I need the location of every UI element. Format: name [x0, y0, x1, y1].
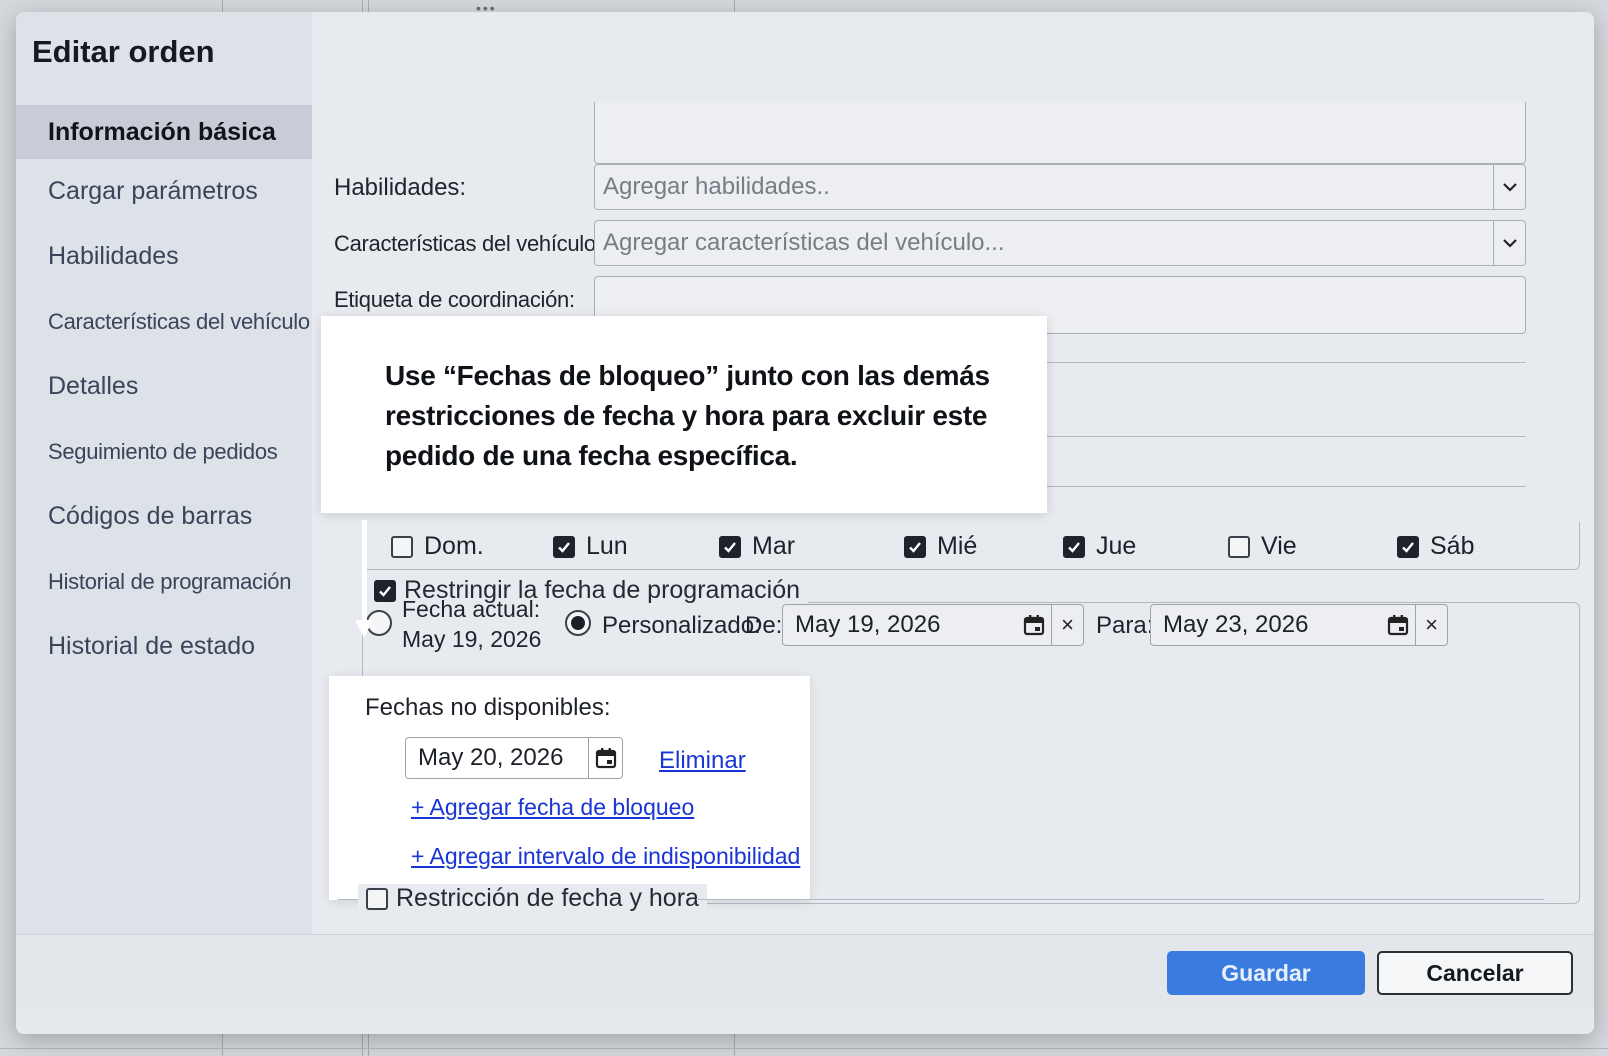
sidebar-item-label: Códigos de barras	[48, 502, 253, 530]
datetime-restriction-legend: Restricción de fecha y hora	[396, 884, 699, 912]
sidebar-item-label: Cargar parámetros	[48, 177, 258, 205]
save-button[interactable]: Guardar	[1167, 951, 1365, 995]
sidebar-item-label: Información básica	[48, 117, 276, 146]
chevron-down-icon[interactable]	[1493, 221, 1525, 265]
clear-icon[interactable]: ×	[1051, 605, 1083, 645]
weekday-label: Lun	[586, 532, 628, 560]
edit-order-dialog: Información básica Cargar parámetros Hab…	[16, 12, 1594, 1034]
checkbox-checked-icon[interactable]	[1063, 535, 1085, 558]
custom-date-radio[interactable]	[565, 610, 591, 636]
custom-label: Personalizado:	[602, 612, 761, 639]
from-date-value: May 19, 2026	[795, 611, 941, 638]
calendar-icon[interactable]	[1017, 605, 1051, 645]
dialog-sidebar: Información básica Cargar parámetros Hab…	[16, 12, 312, 960]
checkbox-checked-icon[interactable]	[904, 535, 926, 558]
skills-placeholder: Agregar habilidades..	[603, 173, 830, 200]
weekday-label: Mar	[752, 532, 796, 560]
vehicle-features-placeholder: Agregar características del vehículo...	[603, 229, 1005, 256]
checkbox-checked-icon[interactable]	[553, 535, 575, 558]
weekday-label: Mié	[937, 532, 978, 560]
sidebar-item-label: Detalles	[48, 372, 139, 400]
current-date-label: Fecha actual:	[402, 596, 541, 622]
weekday-sun[interactable]: Dom.	[391, 532, 484, 561]
tip-callout-text: Use “Fechas de bloqueo” junto con las de…	[385, 360, 990, 471]
unavailable-dates-panel: Fechas no disponibles: May 20, 2026 Elim…	[329, 676, 810, 900]
section-divider	[1026, 486, 1526, 487]
clear-icon[interactable]: ×	[1415, 605, 1447, 645]
to-label: Para:	[1096, 612, 1154, 639]
section-divider	[338, 899, 358, 900]
sidebar-item-label: Habilidades	[48, 242, 179, 270]
sidebar-item-label: Características del vehículo	[48, 308, 310, 334]
from-date-picker[interactable]: May 19, 2026 ×	[782, 604, 1084, 646]
weekday-wed[interactable]: Mié	[904, 532, 977, 561]
weekday-selector: Dom. Lun Mar Mié Jue Vie Sáb	[362, 522, 1580, 570]
checkbox-checked-icon[interactable]	[374, 579, 396, 602]
calendar-icon[interactable]	[1381, 605, 1415, 645]
block-date-value: May 20, 2026	[418, 744, 564, 771]
to-date-picker[interactable]: May 23, 2026 ×	[1150, 604, 1448, 646]
weekday-label: Vie	[1261, 532, 1297, 560]
weekday-thu[interactable]: Jue	[1063, 532, 1136, 561]
section-divider	[1026, 362, 1526, 363]
weekday-fri[interactable]: Vie	[1228, 532, 1297, 561]
sidebar-item-label: Historial de estado	[48, 632, 256, 660]
checkbox-unchecked-icon[interactable]	[1228, 535, 1250, 558]
tip-callout: Use “Fechas de bloqueo” junto con las de…	[321, 316, 1047, 513]
coordination-label: Etiqueta de coordinación:	[334, 287, 575, 312]
sidebar-item-order-tracking[interactable]: Seguimiento de pedidos	[16, 419, 312, 484]
weekday-mon[interactable]: Lun	[553, 532, 628, 561]
sidebar-item-barcodes[interactable]: Códigos de barras	[16, 484, 312, 549]
section-divider	[1026, 436, 1526, 437]
unavailable-dates-label: Fechas no disponibles:	[365, 694, 611, 721]
remove-block-date-link[interactable]: Eliminar	[659, 747, 746, 775]
dialog-title: Editar orden	[32, 34, 215, 69]
add-unavailable-range-link[interactable]: + Agregar intervalo de indisponibilidad	[411, 843, 800, 870]
block-date-picker[interactable]: May 20, 2026	[405, 737, 623, 779]
sidebar-item-vehicle-features[interactable]: Características del vehículo	[16, 289, 312, 354]
section-divider	[696, 899, 1544, 900]
sidebar-item-label: Seguimiento de pedidos	[48, 438, 278, 464]
checkbox-unchecked-icon[interactable]	[366, 887, 388, 910]
skills-select[interactable]: Agregar habilidades..	[594, 164, 1526, 210]
checkbox-checked-icon[interactable]	[1397, 535, 1419, 558]
vehicle-features-label: Características del vehículo:	[334, 231, 602, 256]
checkbox-checked-icon[interactable]	[719, 535, 741, 558]
add-block-date-link[interactable]: + Agregar fecha de bloqueo	[411, 794, 694, 821]
sidebar-item-basic-info[interactable]: Información básica	[16, 105, 312, 159]
skills-label: Habilidades:	[334, 174, 467, 201]
sidebar-item-status-history[interactable]: Historial de estado	[16, 614, 312, 679]
sidebar-item-skills[interactable]: Habilidades	[16, 224, 312, 289]
from-label: De:	[745, 612, 783, 639]
weekday-label: Jue	[1096, 532, 1137, 560]
callout-pointer-arrow-icon	[355, 520, 373, 638]
vehicle-features-select[interactable]: Agregar características del vehículo...	[594, 220, 1526, 266]
sidebar-item-schedule-history[interactable]: Historial de programación	[16, 549, 312, 614]
weekday-tue[interactable]: Mar	[719, 532, 795, 561]
sidebar-item-label: Historial de programación	[48, 568, 292, 594]
weekday-sat[interactable]: Sáb	[1397, 532, 1474, 561]
calendar-icon[interactable]	[588, 738, 622, 778]
datetime-restriction-toggle[interactable]: Restricción de fecha y hora	[358, 884, 707, 913]
weekday-label: Dom.	[424, 532, 484, 560]
dialog-footer: Guardar Cancelar	[16, 934, 1594, 1008]
current-date-value: May 19, 2026	[402, 626, 542, 652]
background-divider	[0, 1048, 1608, 1049]
weekday-label: Sáb	[1430, 532, 1475, 560]
sidebar-item-details[interactable]: Detalles	[16, 354, 312, 419]
checkbox-unchecked-icon[interactable]	[391, 535, 413, 558]
sidebar-item-load-params[interactable]: Cargar parámetros	[16, 159, 312, 224]
chevron-down-icon[interactable]	[1493, 165, 1525, 209]
notes-textarea[interactable]	[594, 102, 1526, 164]
cancel-button[interactable]: Cancelar	[1377, 951, 1573, 995]
to-date-value: May 23, 2026	[1163, 611, 1309, 638]
